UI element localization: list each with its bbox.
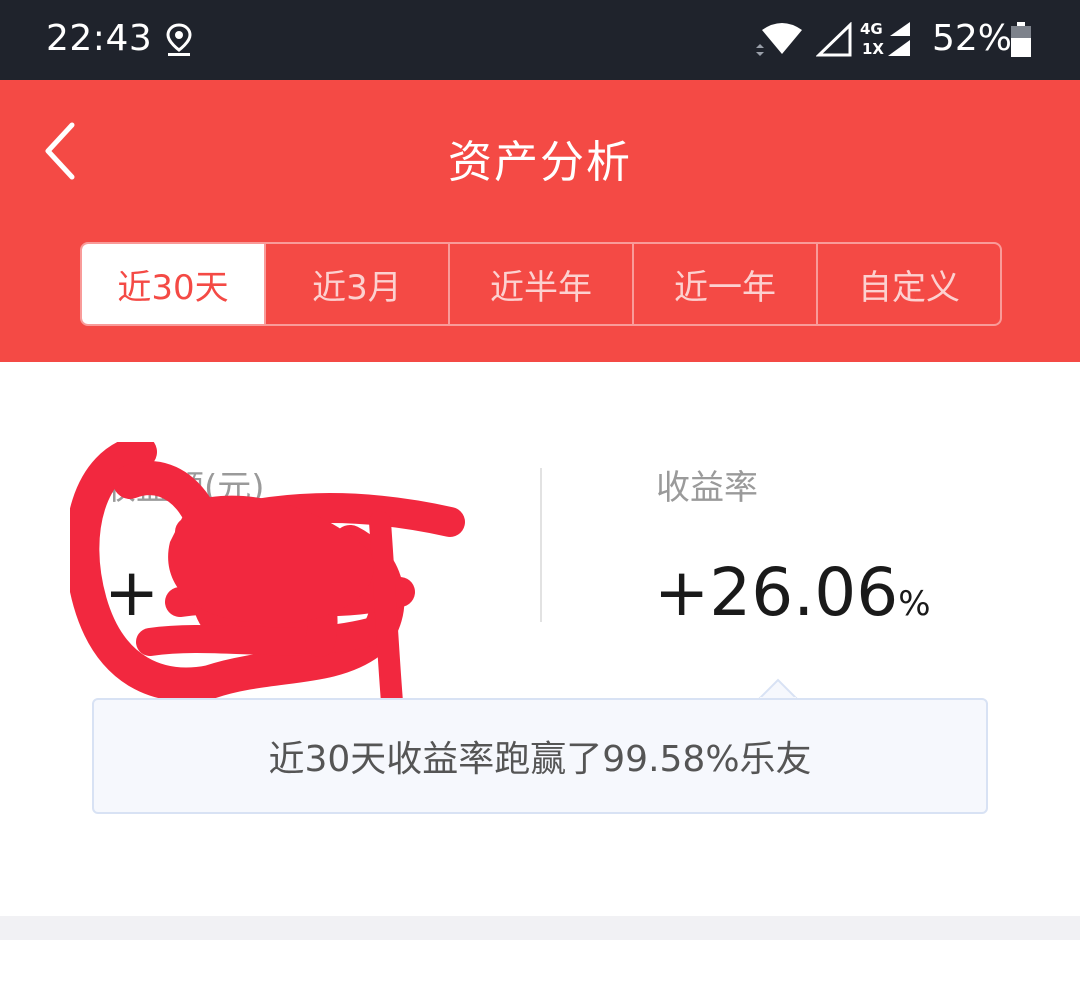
yield-rate-value: +26.06% [654, 558, 931, 639]
period-tabs: 近30天 近3月 近半年 近一年 自定义 [80, 242, 1002, 326]
earnings-summary: 收益额(元) + 2 收益率 +26.06% 近30天收益率跑赢了99.58%乐… [0, 362, 1080, 918]
ranking-tip-text: 近30天收益率跑赢了99.58%乐友 [268, 739, 812, 780]
yield-rate-unit: % [898, 584, 931, 624]
location-icon [164, 22, 194, 62]
signal-outline-icon [815, 21, 854, 62]
metrics-divider [540, 468, 542, 622]
status-time: 22:43 [46, 18, 153, 59]
ranking-tip: 近30天收益率跑赢了99.58%乐友 [92, 698, 988, 814]
tab-custom[interactable]: 自定义 [816, 244, 1000, 324]
next-section [0, 940, 1080, 991]
page-title: 资产分析 [448, 137, 632, 188]
wifi-icon [752, 22, 808, 62]
tab-last-half-year[interactable]: 近半年 [448, 244, 632, 324]
signal-bars-icon [888, 22, 910, 56]
tip-pointer [758, 678, 798, 700]
tab-last-30-days[interactable]: 近30天 [82, 244, 264, 324]
section-divider [0, 916, 1080, 940]
yield-rate-label: 收益率 [656, 468, 758, 508]
app-header: 资产分析 近30天 近3月 近半年 近一年 自定义 [0, 80, 1080, 362]
tab-last-year[interactable]: 近一年 [632, 244, 816, 324]
status-bar: 22:43 4G 1X 52% [0, 0, 1080, 80]
redaction-scribble [70, 442, 465, 713]
tab-last-3-months[interactable]: 近3月 [264, 244, 448, 324]
battery-percent: 52% [932, 18, 1013, 59]
yield-rate-number: +26.06 [654, 554, 899, 631]
battery-icon [1010, 22, 1032, 62]
